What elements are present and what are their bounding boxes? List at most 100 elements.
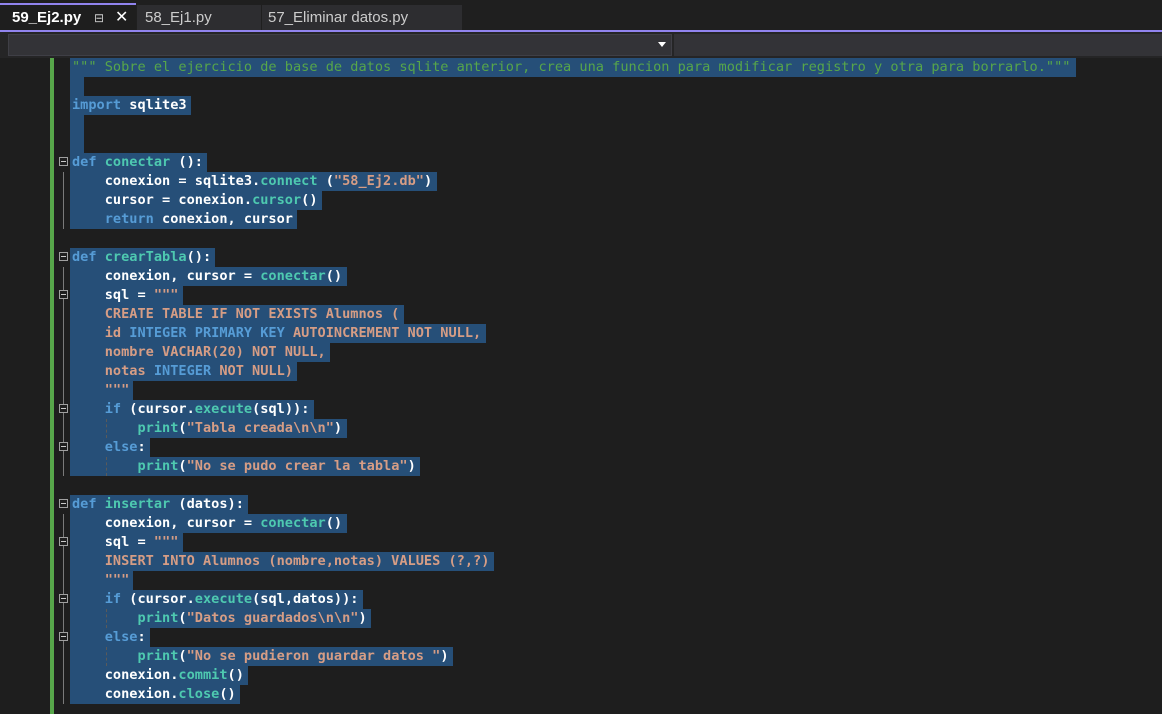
code-token: "No se pudieron guardar datos " xyxy=(186,648,441,664)
code-token: ( xyxy=(178,610,187,626)
fold-guide-line xyxy=(63,571,64,590)
code-line[interactable]: id INTEGER PRIMARY KEY AUTOINCREMENT NOT… xyxy=(0,324,1162,343)
code-line[interactable]: """ Sobre el ejercicio de base de datos … xyxy=(0,58,1162,77)
code-token: crearTabla xyxy=(104,249,187,265)
code-line[interactable]: print("Datos guardados\n\n") xyxy=(0,609,1162,628)
code-token: else xyxy=(104,439,138,455)
code-token: """ xyxy=(153,534,179,550)
code-line[interactable]: def insertar (datos): xyxy=(0,495,1162,514)
code-line[interactable]: if (cursor.execute(sql,datos)): xyxy=(0,590,1162,609)
code-line[interactable]: sql = """ xyxy=(0,533,1162,552)
code-token: conectar xyxy=(260,268,326,284)
code-line[interactable]: """ xyxy=(0,571,1162,590)
code-line[interactable]: nombre VACHAR(20) NOT NULL, xyxy=(0,343,1162,362)
code-line[interactable]: conexion, cursor = conectar() xyxy=(0,267,1162,286)
fold-guide-line xyxy=(63,362,64,381)
code-token: (cursor. xyxy=(121,401,195,417)
code-line[interactable]: cursor = conexion.cursor() xyxy=(0,191,1162,210)
code-text: import sqlite3 xyxy=(72,96,187,115)
code-token: connect xyxy=(260,173,318,189)
code-editor[interactable]: """ Sobre el ejercicio de base de datos … xyxy=(0,58,1162,714)
code-line[interactable] xyxy=(0,229,1162,248)
code-line[interactable]: conexion.close() xyxy=(0,685,1162,704)
code-line[interactable]: else: xyxy=(0,628,1162,647)
collapse-icon[interactable] xyxy=(59,594,68,603)
fold-guide-line xyxy=(63,609,64,628)
code-line[interactable]: conexion = sqlite3.connect ("58_Ej2.db") xyxy=(0,172,1162,191)
code-token: AUTOINCREMENT NOT NULL, xyxy=(284,325,482,341)
code-token: if xyxy=(104,591,122,607)
collapse-icon[interactable] xyxy=(59,537,68,546)
code-text: sql = """ xyxy=(72,286,179,305)
code-line[interactable]: print("Tabla creada\n\n") xyxy=(0,419,1162,438)
code-token: "Tabla creada\n\n" xyxy=(186,420,334,436)
collapse-icon[interactable] xyxy=(59,499,68,508)
code-token: ) xyxy=(423,173,433,189)
code-token: def xyxy=(72,496,97,512)
code-token: cursor = conexion. xyxy=(72,192,253,208)
fold-guide-line xyxy=(63,343,64,362)
code-line[interactable] xyxy=(0,115,1162,134)
collapse-icon[interactable] xyxy=(59,290,68,299)
code-token: conexion, cursor = xyxy=(72,268,261,284)
tab-58-ej1[interactable]: 58_Ej1.py xyxy=(137,5,261,30)
code-line[interactable]: import sqlite3 xyxy=(0,96,1162,115)
code-text: if (cursor.execute(sql)): xyxy=(72,400,310,419)
code-token: ) xyxy=(358,610,367,626)
code-text: conexion = sqlite3.connect ("58_Ej2.db") xyxy=(72,172,432,191)
tab-59-ej2[interactable]: 59_Ej2.py ⊟ ✕ xyxy=(0,3,136,30)
fold-guide-line xyxy=(63,419,64,438)
code-token: (sql,datos)): xyxy=(252,591,359,607)
code-token: execute xyxy=(194,401,253,417)
code-line[interactable] xyxy=(0,476,1162,495)
code-token: sqlite3 xyxy=(121,97,187,113)
code-line[interactable]: def crearTabla(): xyxy=(0,248,1162,267)
fold-guide-line xyxy=(63,305,64,324)
code-line[interactable]: def conectar (): xyxy=(0,153,1162,172)
code-line[interactable]: """ xyxy=(0,381,1162,400)
member-dropdown[interactable] xyxy=(674,34,1162,56)
code-line[interactable]: notas INTEGER NOT NULL) xyxy=(0,362,1162,381)
code-token: ) xyxy=(407,458,416,474)
tab-57-eliminar-datos[interactable]: 57_Eliminar datos.py xyxy=(262,5,462,30)
code-line[interactable] xyxy=(0,77,1162,96)
code-line[interactable]: conexion, cursor = conectar() xyxy=(0,514,1162,533)
collapse-icon[interactable] xyxy=(59,157,68,166)
collapse-icon[interactable] xyxy=(59,632,68,641)
pin-icon[interactable]: ⊟ xyxy=(94,11,104,25)
code-line[interactable]: print("No se pudo crear la tabla") xyxy=(0,457,1162,476)
collapse-icon[interactable] xyxy=(59,252,68,261)
close-icon[interactable]: ✕ xyxy=(115,7,128,27)
code-text: def crearTabla(): xyxy=(72,248,211,267)
code-token: sql = xyxy=(72,534,154,550)
fold-guide-line xyxy=(63,210,64,229)
code-line[interactable]: print("No se pudieron guardar datos ") xyxy=(0,647,1162,666)
code-token: id xyxy=(72,325,130,341)
code-line[interactable]: conexion.commit() xyxy=(0,666,1162,685)
chevron-down-icon xyxy=(658,42,666,47)
collapse-icon[interactable] xyxy=(59,404,68,413)
code-line[interactable] xyxy=(0,134,1162,153)
code-token: () xyxy=(219,686,236,702)
code-token: sql = xyxy=(72,287,154,303)
code-line[interactable]: sql = """ xyxy=(0,286,1162,305)
tab-label: 58_Ej1.py xyxy=(145,9,212,26)
document-tab-bar: 59_Ej2.py ⊟ ✕ 58_Ej1.py 57_Eliminar dato… xyxy=(0,0,1162,30)
code-line[interactable]: else: xyxy=(0,438,1162,457)
code-line[interactable]: return conexion, cursor xyxy=(0,210,1162,229)
code-line[interactable]: INSERT INTO Alumnos (nombre,notas) VALUE… xyxy=(0,552,1162,571)
code-line[interactable]: CREATE TABLE IF NOT EXISTS Alumnos ( xyxy=(0,305,1162,324)
scope-dropdown[interactable] xyxy=(8,34,672,56)
code-text: """ Sobre el ejercicio de base de datos … xyxy=(72,58,1070,77)
code-text: print("No se pudo crear la tabla") xyxy=(72,457,416,476)
collapse-icon[interactable] xyxy=(59,442,68,451)
code-line[interactable]: if (cursor.execute(sql)): xyxy=(0,400,1162,419)
code-text: """ xyxy=(72,381,130,400)
code-token: (sql)): xyxy=(252,401,310,417)
code-text: print("Datos guardados\n\n") xyxy=(72,609,367,628)
